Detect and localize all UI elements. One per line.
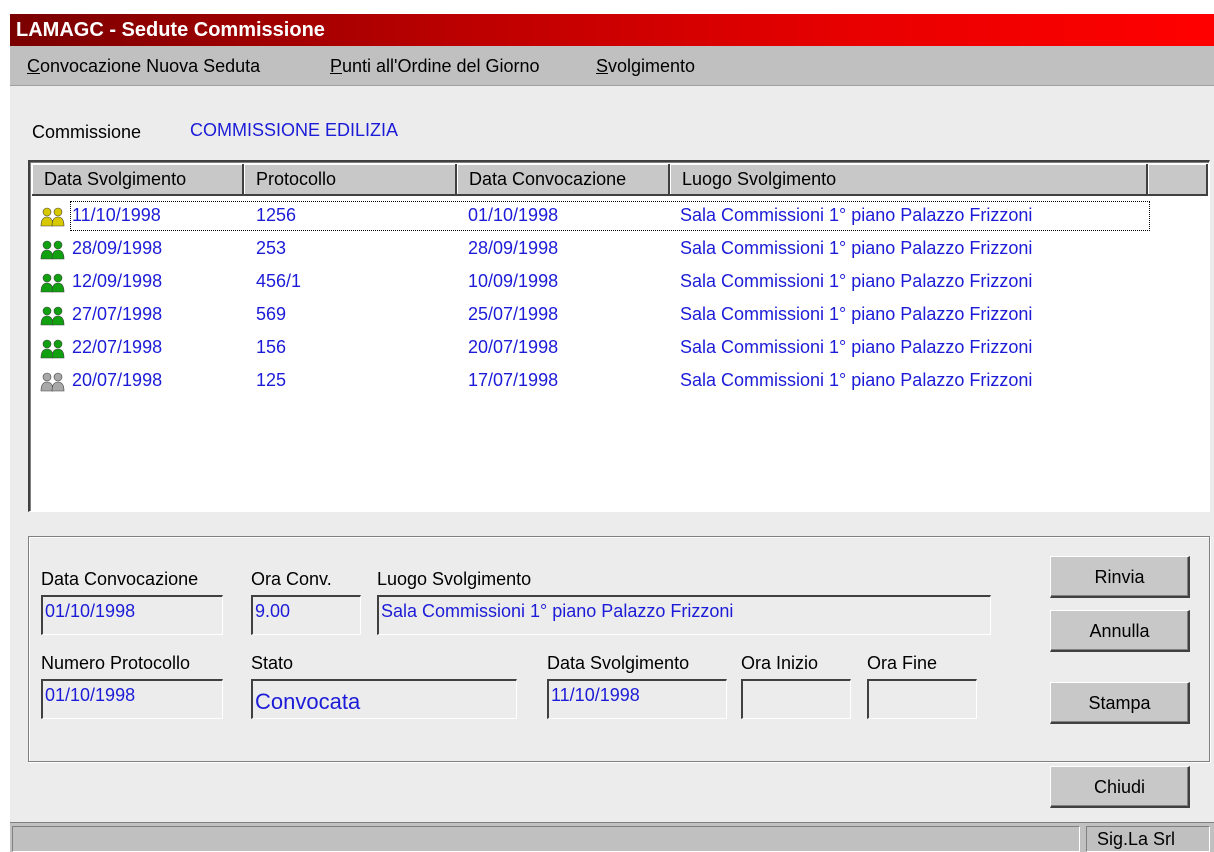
- people-green-icon: [40, 306, 66, 326]
- numero-protocollo-label: Numero Protocollo: [41, 653, 191, 673]
- table-row[interactable]: 28/09/1998 253 28/09/1998 Sala Commissioni …: [30, 233, 1160, 265]
- table-row[interactable]: 20/07/1998 125 17/07/1998 Sala Commissioni …: [30, 365, 1160, 397]
- data-convocazione-label: Data Convocazione: [41, 569, 199, 589]
- commission-value: COMMISSIONE EDILIZIA: [190, 120, 399, 140]
- cell-protocollo: 253: [256, 238, 287, 258]
- ora-conv-field[interactable]: 9.00: [251, 595, 361, 635]
- menu-svolgimento[interactable]: Svolgimento: [596, 56, 695, 77]
- chiudi-button[interactable]: Chiudi: [1050, 766, 1190, 808]
- luogo-svolgimento-label: Luogo Svolgimento: [377, 569, 532, 589]
- status-bar: Sig.La Srl: [10, 822, 1214, 852]
- menu-convocazione-nuova-seduta[interactable]: Convocazione Nuova Seduta: [27, 56, 260, 77]
- cell-data-convocazione: 17/07/1998: [468, 370, 559, 390]
- menu-label: onvocazione Nuova Seduta: [40, 56, 261, 76]
- menu-bar: Convocazione Nuova Seduta Punti all'Ordi…: [10, 46, 1214, 86]
- ora-conv-label: Ora Conv.: [251, 569, 332, 589]
- list-header: Data Svolgimento Protocollo Data Convoca…: [32, 164, 1208, 196]
- ora-inizio-label: Ora Inizio: [741, 653, 819, 673]
- menu-accel: S: [596, 56, 609, 76]
- menu-accel: C: [27, 56, 40, 76]
- sessions-list[interactable]: Data Svolgimento Protocollo Data Convoca…: [28, 160, 1210, 512]
- people-green-icon: [40, 339, 66, 359]
- stato-field[interactable]: Convocata: [251, 679, 517, 719]
- cell-luogo-svolgimento: Sala Commissioni 1° piano Palazzo Frizzo…: [680, 370, 1033, 390]
- status-pane-main: [12, 826, 1080, 852]
- numero-protocollo-field[interactable]: 01/10/1998: [41, 679, 223, 719]
- cell-data-convocazione: 28/09/1998: [468, 238, 559, 258]
- commission-label: Commissione: [32, 122, 142, 142]
- cell-luogo-svolgimento: Sala Commissioni 1° piano Palazzo Frizzo…: [680, 337, 1033, 357]
- cell-protocollo: 456/1: [256, 271, 302, 291]
- data-convocazione-field[interactable]: 01/10/1998: [41, 595, 223, 635]
- cell-protocollo: 1256: [256, 205, 297, 225]
- menu-accel: P: [330, 56, 343, 76]
- menu-label: volgimento: [608, 56, 696, 76]
- status-pane-company: Sig.La Srl: [1086, 826, 1210, 852]
- cell-protocollo: 156: [256, 337, 287, 357]
- people-gray-icon: [40, 372, 66, 392]
- cell-data-convocazione: 10/09/1998: [468, 271, 559, 291]
- window-title: LAMAGC - Sedute Commissione: [16, 19, 325, 41]
- ora-fine-label: Ora Fine: [867, 653, 938, 673]
- people-yellow-icon: [40, 207, 66, 227]
- cell-luogo-svolgimento: Sala Commissioni 1° piano Palazzo Frizzo…: [680, 304, 1033, 324]
- title-bar: LAMAGC - Sedute Commissione: [10, 14, 1214, 46]
- cell-data-svolgimento: 20/07/1998: [72, 370, 163, 390]
- cell-data-svolgimento: 28/09/1998: [72, 238, 163, 258]
- stato-label: Stato: [251, 653, 294, 673]
- column-empty: [1148, 164, 1208, 196]
- cell-luogo-svolgimento: Sala Commissioni 1° piano Palazzo Frizzo…: [680, 238, 1033, 258]
- cell-protocollo: 125: [256, 370, 287, 390]
- stampa-button[interactable]: Stampa: [1050, 682, 1190, 724]
- table-row[interactable]: 27/07/1998 569 25/07/1998 Sala Commissioni …: [30, 299, 1160, 331]
- ora-fine-field[interactable]: [867, 679, 977, 719]
- annulla-button[interactable]: Annulla: [1050, 610, 1190, 652]
- cell-data-convocazione: 20/07/1998: [468, 337, 559, 357]
- main-window: LAMAGC - Sedute Commissione Convocazione…: [10, 14, 1214, 852]
- cell-data-convocazione: 25/07/1998: [468, 304, 559, 324]
- cell-data-svolgimento: 22/07/1998: [72, 337, 163, 357]
- table-row[interactable]: 22/07/1998 156 20/07/1998 Sala Commissioni …: [30, 332, 1160, 364]
- cell-data-svolgimento: 27/07/1998: [72, 304, 163, 324]
- menu-punti-ordine-giorno[interactable]: Punti all'Ordine del Giorno: [330, 56, 540, 77]
- column-data-convocazione[interactable]: Data Convocazione: [457, 164, 670, 196]
- luogo-svolgimento-field[interactable]: Sala Commissioni 1° piano Palazzo Frizzo…: [377, 595, 991, 635]
- people-green-icon: [40, 273, 66, 293]
- column-protocollo[interactable]: Protocollo: [244, 164, 457, 196]
- table-row[interactable]: 11/10/1998 1256 01/10/1998 Sala Commissioni…: [30, 200, 1160, 232]
- cell-data-convocazione: 01/10/1998: [468, 205, 559, 225]
- ora-inizio-field[interactable]: [741, 679, 851, 719]
- cell-data-svolgimento: 12/09/1998: [72, 271, 163, 291]
- people-green-icon: [40, 240, 66, 260]
- cell-data-svolgimento: 11/10/1998: [72, 205, 161, 225]
- column-data-svolgimento[interactable]: Data Svolgimento: [32, 164, 244, 196]
- column-luogo-svolgimento[interactable]: Luogo Svolgimento: [670, 164, 1148, 196]
- cell-luogo-svolgimento: Sala Commissioni 1° piano Palazzo Frizzo…: [680, 271, 1033, 291]
- rinvia-button[interactable]: Rinvia: [1050, 556, 1190, 598]
- data-svolgimento-label: Data Svolgimento: [547, 653, 690, 673]
- cell-luogo-svolgimento: Sala Commissioni 1° piano Palazzo Frizzo…: [680, 205, 1033, 225]
- menu-label: unti all'Ordine del Giorno: [342, 56, 540, 76]
- session-details-group: Data Convocazione 01/10/1998 Ora Conv. 9…: [28, 536, 1210, 762]
- data-svolgimento-field[interactable]: 11/10/1998: [547, 679, 727, 719]
- table-row[interactable]: 12/09/1998 456/1 10/09/1998 Sala Commission…: [30, 266, 1160, 298]
- cell-protocollo: 569: [256, 304, 287, 324]
